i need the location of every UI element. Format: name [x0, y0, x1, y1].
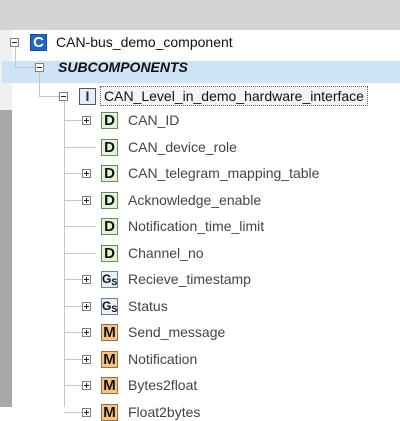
collapse-icon[interactable] [10, 38, 19, 47]
tree-line [64, 173, 84, 174]
interface-label[interactable]: CAN_Level_in_demo_hardware_interface [100, 86, 368, 106]
tree-line [64, 147, 96, 148]
data-icon: D [101, 245, 118, 262]
tree-line [64, 253, 96, 254]
tree-line [64, 359, 84, 360]
data-icon: D [101, 192, 118, 209]
tree-item-label[interactable]: Acknowledge_enable [128, 191, 261, 209]
data-icon: D [101, 218, 118, 235]
tree-item-label[interactable]: Notification [128, 350, 197, 368]
tree-line [64, 200, 84, 201]
expand-icon[interactable] [82, 275, 91, 284]
data-icon: D [101, 165, 118, 182]
tree-line [64, 385, 84, 386]
root-component-label[interactable]: CAN-bus_demo_component [56, 33, 233, 51]
method-icon: M [101, 377, 118, 394]
collapse-icon[interactable] [35, 63, 44, 72]
tree-item-label[interactable]: Float2bytes [128, 403, 200, 421]
tree-line [64, 120, 84, 121]
interface-icon: I [79, 88, 96, 105]
expand-icon[interactable] [82, 116, 91, 125]
tree-line [39, 72, 40, 96]
tree-item-label[interactable]: Channel_no [128, 244, 204, 262]
tree-line [64, 279, 84, 280]
expand-icon[interactable] [82, 408, 91, 417]
method-icon: M [101, 351, 118, 368]
tree-item-label[interactable]: Recieve_timestamp [128, 270, 251, 288]
tree-item-label[interactable]: CAN_device_role [128, 138, 237, 156]
subcomponents-group-label[interactable]: SUBCOMPONENTS [58, 58, 188, 76]
expand-icon[interactable] [82, 355, 91, 364]
method-icon: M [101, 324, 118, 341]
tree-line [15, 47, 16, 67]
window-top-bar [0, 0, 400, 30]
tree-line [64, 332, 84, 333]
tree-line [64, 412, 84, 413]
expand-icon[interactable] [82, 196, 91, 205]
tree-item-label[interactable]: Bytes2float [128, 376, 197, 394]
collapse-icon[interactable] [59, 92, 68, 101]
component-icon: C [30, 34, 47, 51]
data-icon: D [101, 139, 118, 156]
tree-line [15, 67, 35, 68]
tree-item-label[interactable]: Send_message [128, 323, 225, 341]
component-tree: C CAN-bus_demo_component SUBCOMPONENTS I… [0, 30, 400, 421]
expand-icon[interactable] [82, 169, 91, 178]
tree-item-label[interactable]: Notification_time_limit [128, 217, 264, 235]
tree-item-label[interactable]: CAN_ID [128, 111, 179, 129]
expand-icon[interactable] [82, 328, 91, 337]
tree-line [64, 306, 84, 307]
expand-icon[interactable] [82, 302, 91, 311]
expand-icon[interactable] [82, 381, 91, 390]
tree-item-label[interactable]: CAN_telegram_mapping_table [128, 164, 319, 182]
data-icon: D [101, 112, 118, 129]
tree-line [39, 96, 59, 97]
getter-setter-icon: GS [101, 271, 118, 288]
tree-line [64, 226, 96, 227]
getter-setter-icon: GS [101, 298, 118, 315]
tree-item-label[interactable]: Status [128, 297, 168, 315]
